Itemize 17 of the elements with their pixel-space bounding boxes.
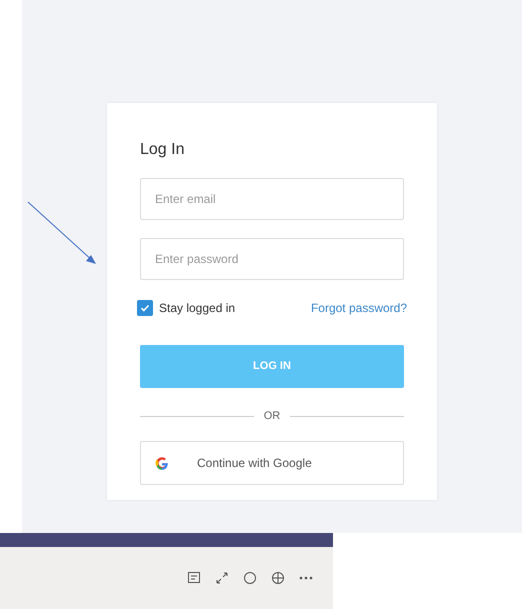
check-icon	[140, 303, 150, 313]
g-logo-icon	[155, 456, 169, 470]
more-icon[interactable]	[299, 576, 313, 580]
circle-icon[interactable]	[243, 571, 257, 585]
email-field[interactable]: Enter email	[140, 178, 404, 220]
checkbox-label: Stay logged in	[159, 300, 236, 317]
chat-icon[interactable]	[187, 571, 201, 585]
password-field[interactable]: Enter password	[140, 238, 404, 280]
globe-icon[interactable]	[271, 571, 285, 585]
login-button[interactable]: LOG IN	[140, 345, 404, 388]
expand-icon[interactable]	[215, 571, 229, 585]
stay-logged-in-checkbox[interactable]	[137, 300, 153, 316]
forgot-password-link[interactable]: Forgot password?	[310, 299, 407, 317]
pointer-arrow	[27, 201, 97, 265]
google-login-button[interactable]: Continue with Google	[140, 440, 404, 484]
login-title: Log In	[140, 140, 186, 160]
divider-text: OR	[264, 409, 280, 424]
